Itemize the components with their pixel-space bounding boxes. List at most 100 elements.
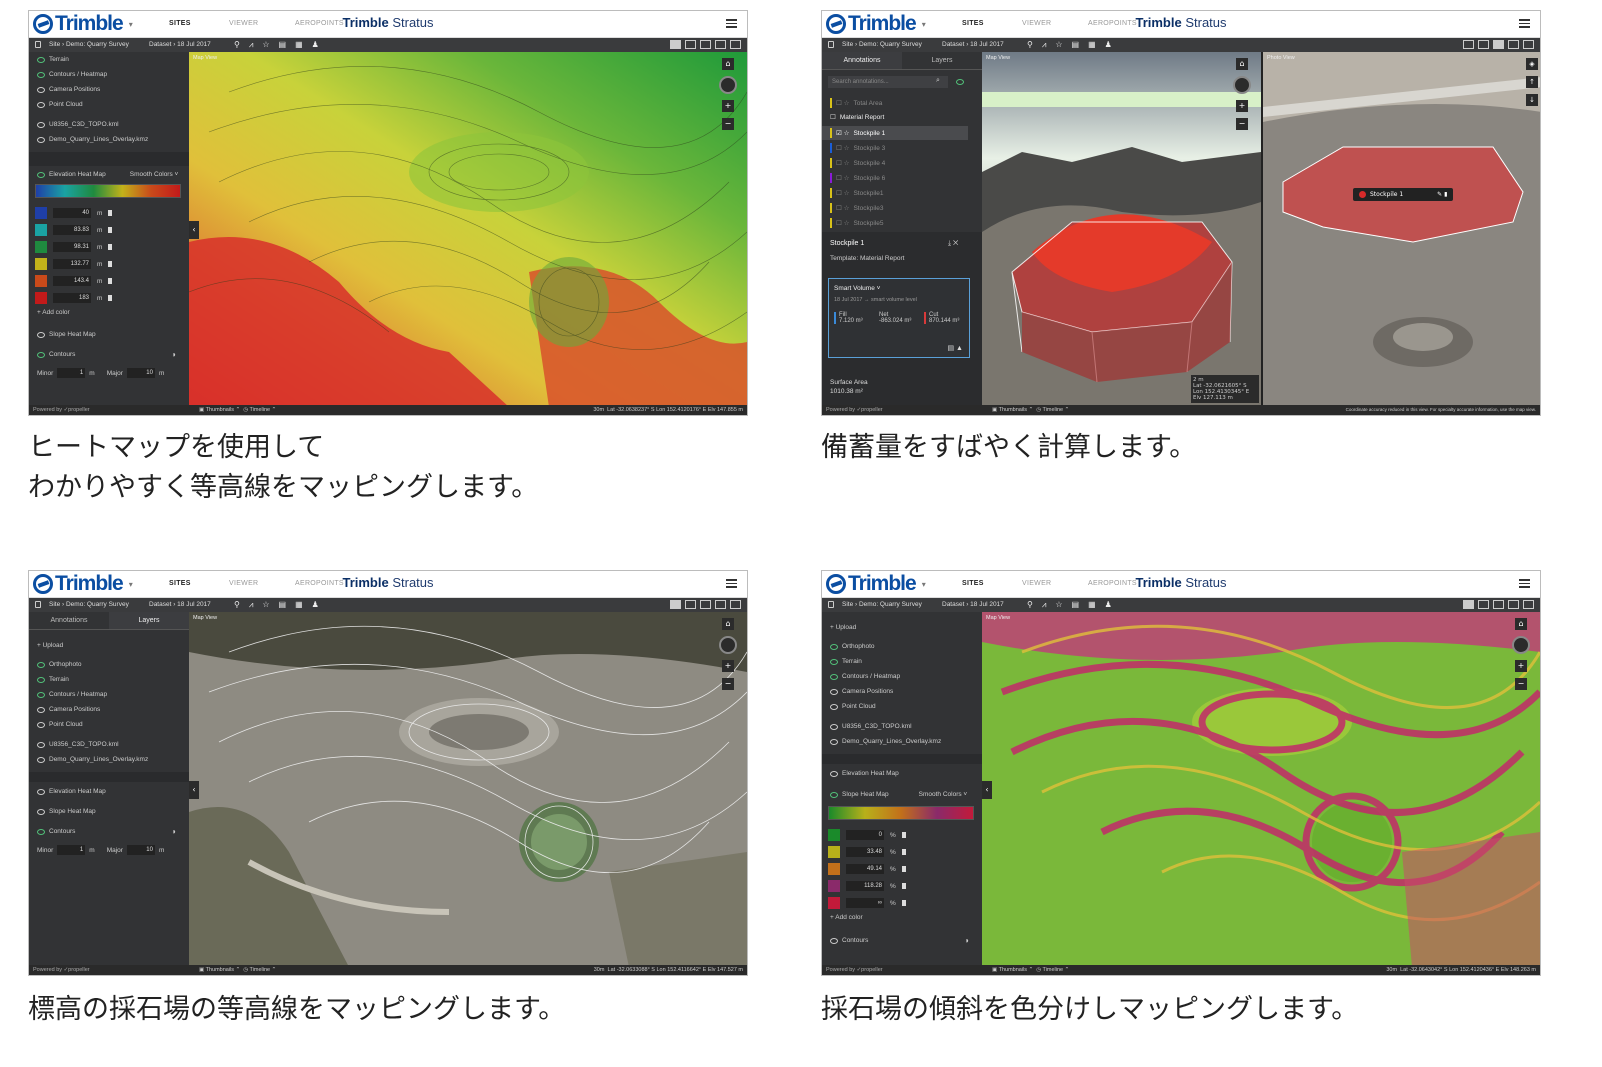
layout-photo-icon[interactable] (1493, 600, 1504, 609)
thumbnails-toggle[interactable]: ▣ Thumbnails ⌃ ◷ Timeline ⌃ (992, 405, 1069, 415)
collapse-sidebar-icon[interactable]: ‹ (189, 781, 199, 799)
stop-value-input[interactable]: 118.28 (846, 881, 884, 891)
color-swatch[interactable] (35, 241, 47, 253)
fullscreen-icon[interactable] (715, 40, 726, 49)
elevation-heatmap-toggle[interactable]: Elevation Heat Map (830, 770, 899, 777)
layout-map-icon[interactable] (670, 40, 681, 49)
layout-photo-icon[interactable] (700, 600, 711, 609)
color-swatch[interactable] (35, 224, 47, 236)
upload-button[interactable]: + Upload (830, 624, 856, 631)
layer-point-cloud[interactable]: Point Cloud (37, 721, 83, 728)
delete-icon[interactable] (901, 900, 906, 906)
tab-annotations[interactable]: Annotations (822, 52, 902, 70)
annotation-stockpile-4[interactable]: ☐ ☆ Stockpile 4 (830, 158, 885, 168)
visibility-eye-icon[interactable] (37, 691, 45, 698)
layout-photo-icon[interactable] (1493, 40, 1504, 49)
delete-icon[interactable] (108, 244, 113, 250)
delete-icon[interactable] (108, 210, 113, 216)
visibility-eye-icon[interactable] (830, 738, 838, 745)
stop-value-input[interactable]: 132.77 (53, 259, 91, 269)
tab-layers[interactable]: Layers (902, 52, 982, 70)
file-kml[interactable]: U8356_C3D_TOPO.kml (830, 723, 912, 730)
collapse-sidebar-icon[interactable]: ‹ (189, 221, 199, 239)
visibility-eye-icon[interactable] (830, 937, 838, 944)
thumbnails-toggle[interactable]: ▣ Thumbnails ⌃ ◷ Timeline ⌃ (199, 405, 276, 415)
major-interval-input[interactable]: 10 (126, 368, 155, 378)
visibility-eye-icon[interactable] (37, 331, 45, 338)
visibility-eye-icon[interactable] (830, 791, 838, 798)
visibility-eye-icon[interactable] (830, 723, 838, 730)
delete-icon[interactable] (901, 832, 906, 838)
color-swatch[interactable] (828, 829, 840, 841)
zoom-in-button[interactable]: + (722, 660, 734, 672)
slope-gradient-bar[interactable] (828, 806, 974, 820)
breadcrumb[interactable]: Site › Demo: Quarry Survey (842, 598, 922, 612)
visibility-eye-icon[interactable] (37, 171, 45, 178)
layout-map-icon[interactable] (670, 600, 681, 609)
layer-terrain[interactable]: Terrain (830, 658, 862, 665)
fullscreen-icon[interactable] (1508, 600, 1519, 609)
profile-line-icon[interactable]: ⩘ (249, 598, 254, 612)
visibility-eye-icon[interactable] (37, 741, 45, 748)
zoom-out-button[interactable]: − (722, 678, 734, 690)
layer-point-cloud[interactable]: Point Cloud (37, 101, 83, 108)
file-kmz[interactable]: Demo_Quarry_Lines_Overlay.kmz (830, 738, 941, 745)
home-icon[interactable]: ⌂ (722, 618, 734, 630)
delete-icon[interactable] (108, 278, 113, 284)
visibility-eye-icon[interactable] (37, 351, 45, 358)
add-color-button[interactable]: + Add color (830, 914, 863, 921)
home-icon[interactable]: ⌂ (1236, 58, 1248, 70)
report-icon[interactable]: ▤ ▲ (948, 344, 964, 352)
layout-split-icon[interactable] (685, 600, 696, 609)
share-user-icon[interactable]: ♟ (312, 598, 319, 612)
visibility-eye-icon[interactable] (37, 56, 45, 63)
pin-icon[interactable]: ⚲ (1027, 38, 1033, 52)
pdf-icon[interactable]: ▤ (1072, 38, 1080, 52)
elevation-heatmap-toggle[interactable]: Elevation Heat Map Smooth Colors ˅ (37, 171, 178, 178)
color-swatch[interactable] (35, 292, 47, 304)
home-icon[interactable]: ⌂ (1515, 618, 1527, 630)
annotation-stockpile-3[interactable]: ☐ ☆ Stockpile 3 (830, 143, 885, 153)
layer-terrain[interactable]: Terrain (37, 676, 69, 683)
layer-camera-positions[interactable]: Camera Positions (37, 86, 100, 93)
delete-icon[interactable] (901, 883, 906, 889)
color-swatch[interactable] (35, 258, 47, 270)
dataset-selector[interactable]: Dataset › 18 Jul 2017 (149, 38, 211, 52)
dataset-selector[interactable]: Dataset › 18 Jul 2017 (942, 598, 1004, 612)
hamburger-menu-icon[interactable] (726, 19, 737, 28)
visibility-eye-icon[interactable] (37, 721, 45, 728)
stop-value-input[interactable]: 0 (846, 830, 884, 840)
add-color-button[interactable]: + Add color (37, 309, 70, 316)
zoom-in-button[interactable]: + (1515, 660, 1527, 672)
annotation-stockpile1[interactable]: ☐ ☆ Stockpile1 (830, 188, 883, 198)
breadcrumb[interactable]: Site › Demo: Quarry Survey (842, 38, 922, 52)
stop-value-input[interactable]: ∞ (846, 898, 884, 908)
edit-icon[interactable]: ✎ ▮ (1437, 191, 1447, 198)
pdf-icon[interactable]: ▤ (279, 598, 287, 612)
profile-line-icon[interactable]: ⩘ (1042, 38, 1047, 52)
delete-icon[interactable] (108, 261, 113, 267)
stop-value-input[interactable]: 143.4 (53, 276, 91, 286)
visibility-eye-icon[interactable] (830, 688, 838, 695)
layout-split-icon[interactable] (685, 40, 696, 49)
stop-value-input[interactable]: 40 (53, 208, 91, 218)
settings-icon[interactable] (1523, 600, 1534, 609)
visibility-eye-icon[interactable] (37, 86, 45, 93)
visibility-eye-icon[interactable] (37, 706, 45, 713)
thumbnails-toggle[interactable]: ▣ Thumbnails ⌃ ◷ Timeline ⌃ (199, 965, 276, 975)
photo-view[interactable]: Photo View Stockpile 1 ✎ ▮ ◈ ↑ ↓ (1261, 52, 1540, 407)
color-swatch[interactable] (35, 275, 47, 287)
pdf-icon[interactable]: ▤ (1072, 598, 1080, 612)
contrast-icon[interactable]: ◑ (964, 936, 969, 945)
visibility-eye-icon[interactable] (956, 79, 964, 85)
arrow-up-icon[interactable]: ↑ (1526, 76, 1538, 88)
visibility-eye-icon[interactable] (37, 121, 45, 128)
visibility-eye-icon[interactable] (830, 770, 838, 777)
compass-icon[interactable] (719, 636, 737, 654)
hamburger-menu-icon[interactable] (1519, 19, 1530, 28)
layers-icon[interactable]: ◈ (1526, 58, 1538, 70)
settings-icon[interactable] (730, 40, 741, 49)
layer-point-cloud[interactable]: Point Cloud (830, 703, 876, 710)
visibility-eye-icon[interactable] (830, 643, 838, 650)
delete-icon[interactable] (901, 849, 906, 855)
